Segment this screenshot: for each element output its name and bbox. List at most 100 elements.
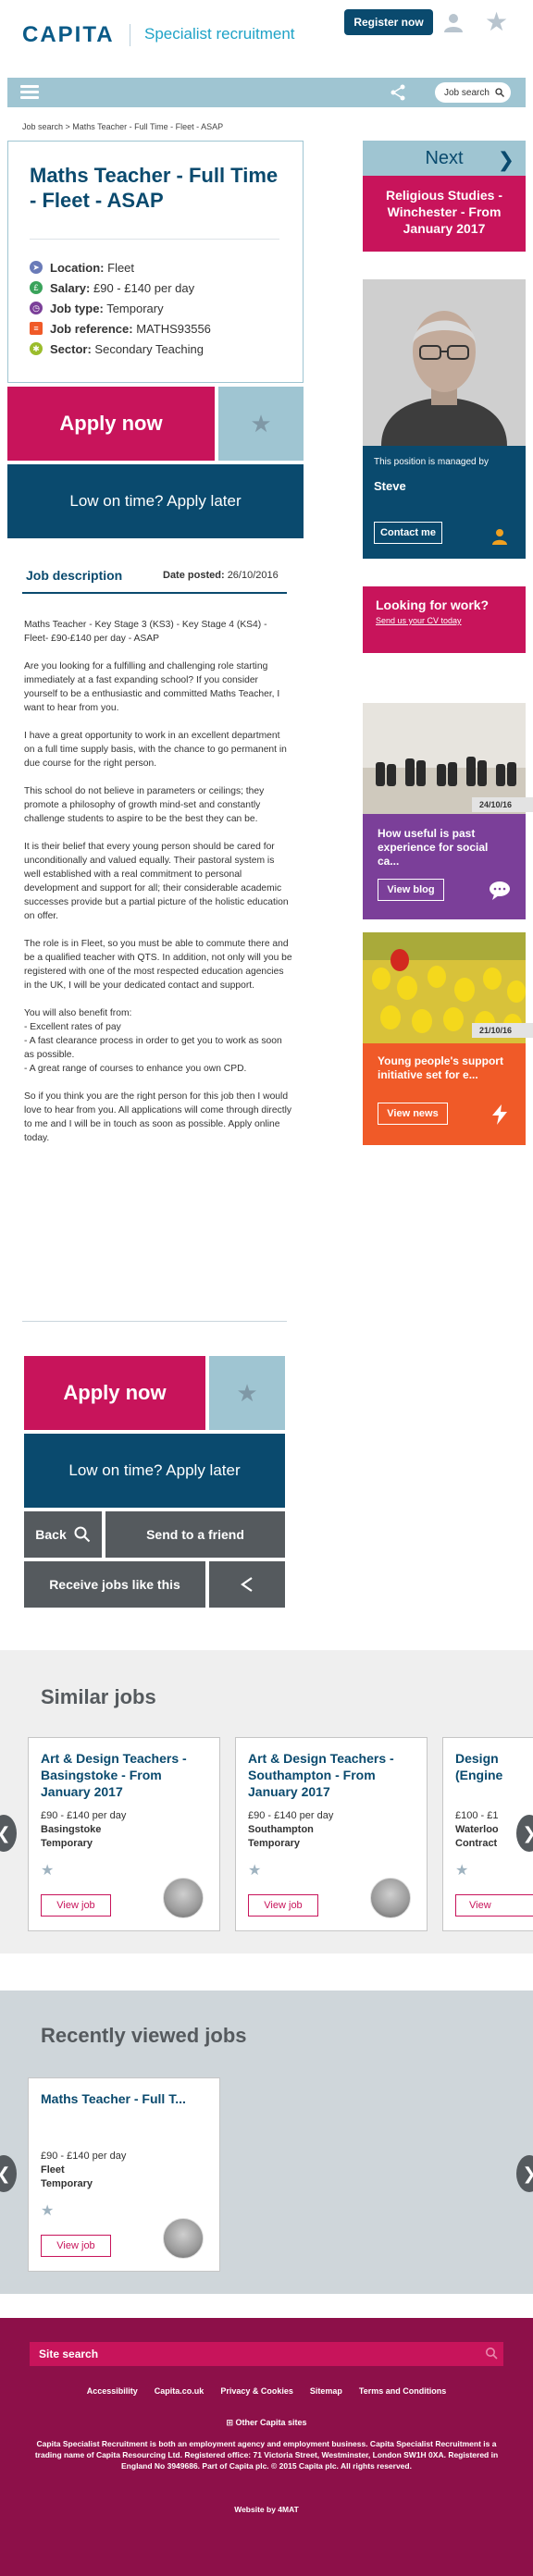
job-card-divider xyxy=(30,239,279,240)
saved-jobs-star-icon[interactable]: ★ xyxy=(485,9,511,35)
news-date: 21/10/16 xyxy=(472,1023,533,1038)
similar-job-salary: £90 - £140 per day xyxy=(248,1810,334,1821)
managed-by-label: This position is managed by xyxy=(374,457,489,467)
view-job-button[interactable]: View job xyxy=(41,1894,111,1917)
apply-now-button-bottom[interactable]: Apply now xyxy=(24,1356,205,1430)
job-reference-value: MATHS93556 xyxy=(136,321,211,336)
footer-link-privacy[interactable]: Privacy & Cookies xyxy=(220,2386,293,2396)
footer-links: Accessibility Capita.co.uk Privacy & Coo… xyxy=(0,2386,533,2396)
similar-jobs-heading: Similar jobs xyxy=(41,1685,156,1708)
description-paragraph: Maths Teacher - Key Stage 3 (KS3) - Key … xyxy=(24,620,267,644)
description-paragraph: So if you think you are the right person… xyxy=(24,1091,292,1143)
view-job-button[interactable]: View job xyxy=(248,1894,318,1917)
looking-for-work-title: Looking for work? xyxy=(376,598,490,612)
footer-link-terms[interactable]: Terms and Conditions xyxy=(359,2386,446,2396)
job-title: Maths Teacher - Full Time - Fleet - ASAP xyxy=(30,164,279,212)
receive-jobs-like-this-button[interactable]: Receive jobs like this xyxy=(24,1561,205,1608)
view-news-button[interactable]: View news xyxy=(378,1103,448,1125)
sector-label: Sector: xyxy=(50,341,92,356)
save-job-star-button-bottom[interactable]: ★ xyxy=(209,1356,285,1430)
recent-job-meta: £90 - £140 per day Fleet Temporary xyxy=(41,2150,207,2191)
view-job-button[interactable]: View xyxy=(455,1894,533,1917)
view-blog-button[interactable]: View blog xyxy=(378,879,444,901)
footer-link-capita[interactable]: Capita.co.uk xyxy=(155,2386,205,2396)
news-title[interactable]: Young people's support initiative set fo… xyxy=(378,1054,507,1082)
similar-job-title[interactable]: Art & Design Teachers - Southampton - Fr… xyxy=(248,1750,415,1800)
recruiter-avatar xyxy=(163,1878,204,1918)
job-description-body: Maths Teacher - Key Stage 3 (KS3) - Key … xyxy=(24,618,292,1159)
job-description-heading: Job description xyxy=(26,568,123,583)
description-paragraph: This school do not believe in parameters… xyxy=(24,786,265,824)
salary-value: £90 - £140 per day xyxy=(93,280,195,295)
menu-hamburger-icon[interactable] xyxy=(20,85,39,100)
site-search-input[interactable]: Site search xyxy=(30,2342,503,2366)
search-icon xyxy=(495,88,504,97)
lightning-icon xyxy=(490,1104,509,1125)
website-by-credit[interactable]: Website by 4MAT xyxy=(0,2505,533,2514)
share-icon xyxy=(241,1577,253,1592)
save-star-icon[interactable]: ★ xyxy=(455,1861,468,1880)
similar-job-title[interactable]: Art & Design Teachers - Basingstoke - Fr… xyxy=(41,1750,207,1800)
recent-job-type: Temporary xyxy=(41,2178,93,2189)
similar-job-location: Southampton xyxy=(248,1824,314,1835)
looking-for-work-box[interactable]: Looking for work? Send us your CV today xyxy=(363,586,526,653)
recent-job-title[interactable]: Maths Teacher - Full T... xyxy=(41,2090,207,2107)
apply-now-button[interactable]: Apply now xyxy=(7,387,215,461)
share-icon[interactable] xyxy=(389,83,407,102)
next-label: Next xyxy=(425,147,464,168)
capita-logo[interactable]: CAPITA xyxy=(22,22,115,48)
job-reference-label: Job reference: xyxy=(50,321,133,336)
description-end-divider xyxy=(22,1321,287,1322)
job-search-button[interactable]: Job search xyxy=(435,82,511,103)
save-star-icon[interactable]: ★ xyxy=(41,1861,54,1880)
save-job-star-button[interactable]: ★ xyxy=(218,387,304,461)
next-job-title[interactable]: Religious Studies - Winchester - From Ja… xyxy=(363,176,526,252)
job-type-value: Temporary xyxy=(106,301,164,315)
location-value: Fleet xyxy=(107,260,135,275)
document-icon: ≡ xyxy=(30,322,43,335)
job-search-label: Job search xyxy=(444,87,490,98)
contact-me-button[interactable]: Contact me xyxy=(374,522,442,544)
chevron-right-icon: ❯ xyxy=(497,148,514,171)
description-paragraph: You will also benefit from: - Excellent … xyxy=(24,1008,282,1074)
legal-text: Capita Specialist Recruitment is both an… xyxy=(34,2439,499,2471)
description-paragraph: Are you looking for a fulfilling and cha… xyxy=(24,661,280,713)
manager-name: Steve xyxy=(374,479,406,493)
save-star-icon[interactable]: ★ xyxy=(41,2201,54,2220)
next-job-button[interactable]: Next ❯ xyxy=(363,141,526,176)
search-icon[interactable] xyxy=(485,2347,498,2360)
date-posted-value: 26/10/2016 xyxy=(227,570,279,581)
recent-job-salary: £90 - £140 per day xyxy=(41,2151,127,2162)
site-search-label: Site search xyxy=(39,2348,99,2360)
blog-date: 24/10/16 xyxy=(472,797,533,812)
similar-job-title[interactable]: Design (Engine xyxy=(455,1750,533,1783)
recruiter-avatar xyxy=(163,2218,204,2259)
site-tagline: Specialist recruitment xyxy=(144,25,295,43)
back-button[interactable]: Back xyxy=(24,1511,102,1558)
similar-job-salary: £90 - £140 per day xyxy=(41,1810,127,1821)
similar-job-meta: £90 - £140 per day Southampton Temporary xyxy=(248,1809,415,1851)
similar-job-type: Temporary xyxy=(41,1838,93,1849)
share-button[interactable] xyxy=(209,1561,285,1608)
location-label: Location: xyxy=(50,260,105,275)
footer-link-sitemap[interactable]: Sitemap xyxy=(310,2386,342,2396)
date-posted-label: Date posted: xyxy=(163,570,225,581)
view-job-button[interactable]: View job xyxy=(41,2235,111,2257)
user-account-icon[interactable] xyxy=(442,11,465,33)
apply-later-button[interactable]: Low on time? Apply later xyxy=(7,464,304,538)
other-capita-sites[interactable]: ⊞ Other Capita sites xyxy=(0,2418,533,2428)
other-sites-label: Other Capita sites xyxy=(235,2418,307,2427)
apply-later-button-bottom[interactable]: Low on time? Apply later xyxy=(24,1434,285,1508)
job-sector-row: ✱ Sector: Secondary Teaching xyxy=(30,340,204,357)
recent-job-location: Fleet xyxy=(41,2164,65,2175)
save-star-icon[interactable]: ★ xyxy=(248,1861,261,1880)
breadcrumb[interactable]: Job search > Maths Teacher - Full Time -… xyxy=(22,122,223,131)
send-to-friend-button[interactable]: Send to a friend xyxy=(105,1511,285,1558)
salary-pound-icon: £ xyxy=(30,281,43,294)
blog-title[interactable]: How useful is past experience for social… xyxy=(378,827,507,869)
footer-link-accessibility[interactable]: Accessibility xyxy=(87,2386,138,2396)
plus-box-icon: ⊞ xyxy=(226,2418,233,2427)
send-cv-link[interactable]: Send us your CV today xyxy=(376,616,513,625)
person-icon xyxy=(490,527,509,546)
register-button[interactable]: Register now xyxy=(344,9,433,35)
